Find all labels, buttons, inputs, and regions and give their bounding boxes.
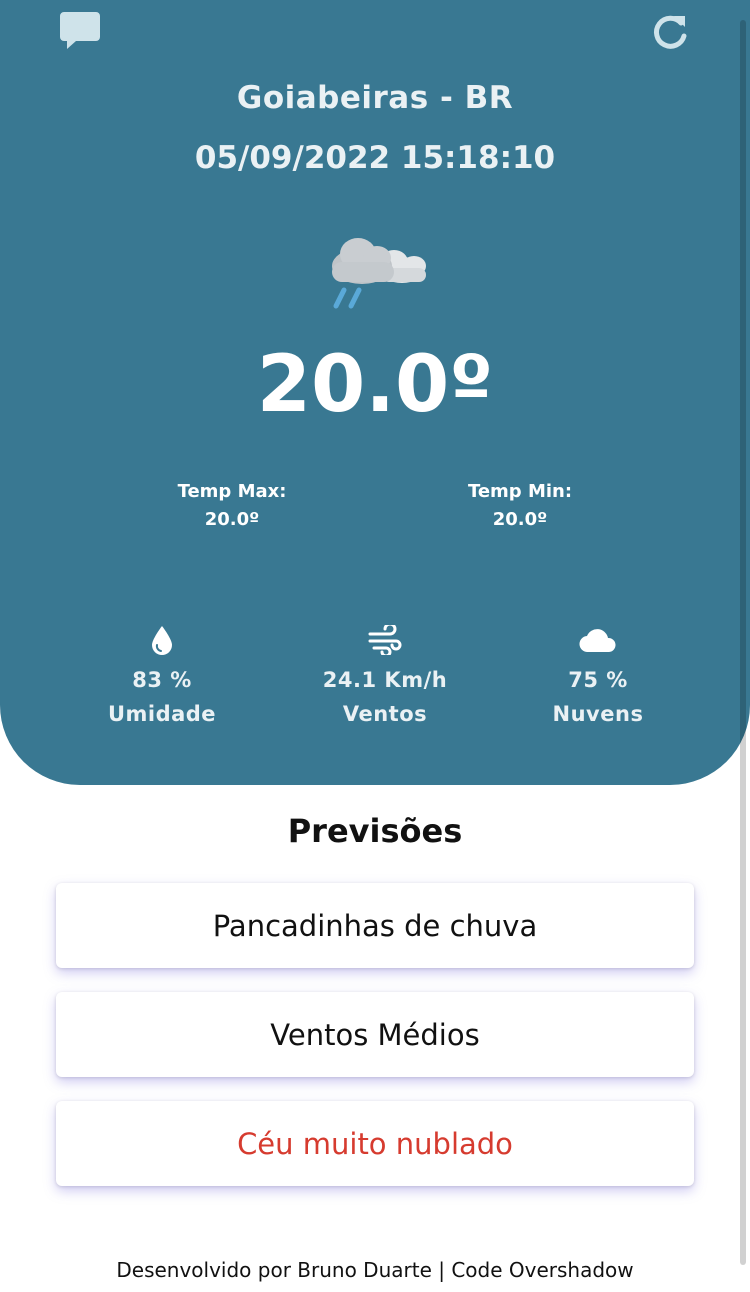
temp-max: Temp Max: 20.0º (132, 478, 332, 534)
humidity-label: Umidade (107, 702, 217, 726)
weather-hero-panel: Goiabeiras - BR 05/09/2022 15:18:10 20.0… (0, 0, 750, 785)
forecast-title: Previsões (287, 812, 463, 850)
temp-max-label: Temp Max: (177, 481, 287, 502)
forecast-card-rain[interactable]: Pancadinhas de chuva (56, 883, 694, 968)
forecast-card-wind[interactable]: Ventos Médios (56, 992, 694, 1077)
temp-min: Temp Min: 20.0º (420, 478, 620, 534)
footer-credits: Desenvolvido por Bruno Duarte | Code Ove… (116, 1258, 634, 1282)
water-drop-icon (52, 622, 272, 658)
refresh-icon[interactable] (650, 12, 690, 52)
wind-stat: 24.1 Km/h Ventos (275, 622, 495, 726)
clouds-label: Nuvens (552, 702, 644, 726)
current-datetime: 05/09/2022 15:18:10 (194, 140, 556, 176)
rain-cloud-icon (322, 228, 432, 318)
scrollbar[interactable] (740, 20, 746, 1265)
temp-min-value: 20.0º (492, 509, 548, 530)
wind-value: 24.1 Km/h (322, 668, 448, 692)
chat-icon[interactable] (58, 10, 102, 52)
current-temperature: 20.0º (256, 340, 494, 430)
clouds-value: 75 % (568, 668, 628, 692)
cloud-icon (488, 622, 708, 658)
temp-max-value: 20.0º (204, 509, 260, 530)
forecast-card-clouds[interactable]: Céu muito nublado (56, 1101, 694, 1186)
humidity-stat: 83 % Umidade (52, 622, 272, 726)
wind-label: Ventos (342, 702, 428, 726)
humidity-value: 83 % (132, 668, 192, 692)
wind-icon (275, 622, 495, 658)
location-title: Goiabeiras - BR (236, 80, 514, 116)
clouds-stat: 75 % Nuvens (488, 622, 708, 726)
temp-min-label: Temp Min: (467, 481, 573, 502)
